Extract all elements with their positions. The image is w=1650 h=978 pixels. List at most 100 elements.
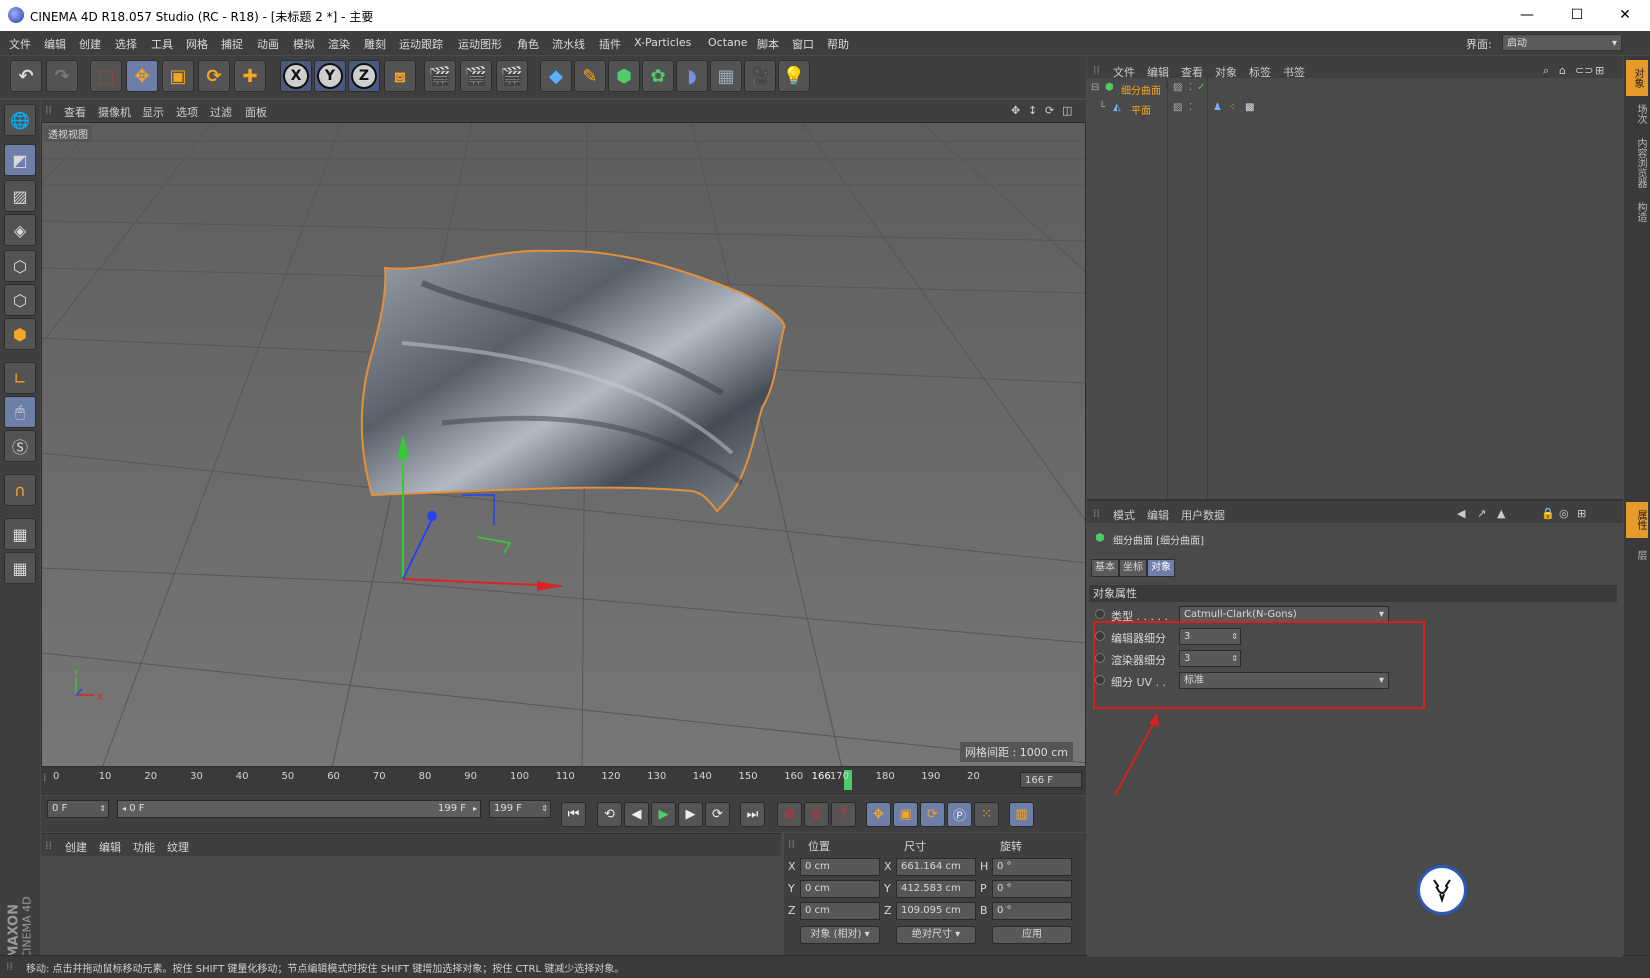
deformer-button[interactable]: ◗	[676, 60, 708, 92]
scale-tool-button[interactable]: ▣	[162, 60, 194, 92]
workplane-mode-button[interactable]: ◈	[4, 214, 36, 246]
collider-tag-icon[interactable]: ⁖	[1229, 102, 1235, 113]
side-tab-layers[interactable]: 层	[1626, 542, 1648, 568]
material-menu-create[interactable]: 创建	[65, 839, 87, 855]
camera-button[interactable]: 🎥	[744, 60, 776, 92]
light-button[interactable]: 💡	[778, 60, 810, 92]
viewport-move-icon[interactable]: ✥	[1011, 104, 1020, 117]
perspective-viewport[interactable]: Y X 透视视图 网格间距 : 1000 cm	[41, 122, 1086, 767]
object-menu-bookmarks[interactable]: 书签	[1283, 64, 1305, 80]
side-tab-objects[interactable]: 对象	[1626, 60, 1648, 96]
end-frame-field[interactable]: 199 F ⇕	[489, 800, 551, 818]
solo-button[interactable]: Ⓢ	[4, 430, 36, 462]
subdivision-button[interactable]: ⬢	[608, 60, 640, 92]
coordinate-system-button[interactable]: ⧈	[384, 60, 416, 92]
object-row-plane[interactable]: └ ◭ 平面 ▨ ⁚ ♟ ⁖ ▩	[1087, 102, 1623, 120]
axis-mode-button[interactable]: ∟	[4, 362, 36, 394]
timeline-button[interactable]: ▥	[1009, 802, 1034, 827]
apply-button[interactable]: 应用	[992, 926, 1072, 944]
object-manager[interactable]: ⁞⁞ 文件 编辑 查看 对象 标签 书签 ⌕ ⌂ ⊂⊃ ⊞ ⊟ ⬢ 细分曲面 ▨…	[1087, 56, 1623, 498]
object-row-subdivision[interactable]: ⊟ ⬢ 细分曲面 ▨ ⁚ ✓	[1087, 82, 1623, 100]
move-tool-button[interactable]: ✥	[126, 60, 158, 92]
animate-radio-icon[interactable]	[1095, 609, 1105, 619]
undo-button[interactable]: ↶	[10, 60, 42, 92]
polygons-mode-button[interactable]: ⬢	[4, 318, 36, 350]
timeline-ruler[interactable]: ⁞ 0 10 20 30 40 50 60 70 80 90 100 110 120 130 140 150 1…	[41, 767, 1086, 795]
link-icon[interactable]: ⊂⊃	[1575, 64, 1593, 77]
layer-icon[interactable]: ▨	[1173, 102, 1182, 113]
keyframe-selection-button[interactable]: ?	[831, 802, 856, 827]
rot-b-field[interactable]: 0 °	[992, 902, 1072, 920]
layout-select[interactable]: 启动 ▾	[1502, 34, 1622, 51]
menu-sculpt[interactable]: 雕刻	[364, 36, 386, 52]
material-menu-texture[interactable]: 纹理	[167, 839, 189, 855]
object-menu-view[interactable]: 查看	[1181, 64, 1203, 80]
material-manager[interactable]: ⁞⁞ 创建 编辑 功能 纹理	[41, 833, 781, 956]
menu-window[interactable]: 窗口	[792, 36, 814, 52]
next-frame-button[interactable]: ▶	[678, 802, 703, 827]
object-menu-edit[interactable]: 编辑	[1147, 64, 1169, 80]
forward-arrow-icon[interactable]: ↗	[1477, 507, 1486, 520]
menu-octane[interactable]: Octane	[708, 36, 748, 49]
lock-icon[interactable]: 🔒	[1541, 507, 1555, 520]
next-key-button[interactable]: ⟳	[705, 802, 730, 827]
pen-button[interactable]: ✎	[574, 60, 606, 92]
tab-basic[interactable]: 基本	[1091, 559, 1119, 577]
size-z-field[interactable]: 109.095 cm	[896, 902, 976, 920]
rot-h-field[interactable]: 0 °	[992, 858, 1072, 876]
maximize-button[interactable]: ☐	[1554, 0, 1600, 31]
pos-z-field[interactable]: 0 cm	[800, 902, 880, 920]
layer-icon[interactable]: ▨	[1173, 82, 1182, 93]
pos-x-field[interactable]: 0 cm	[800, 858, 880, 876]
size-mode-select[interactable]: 绝对尺寸 ▾	[896, 926, 976, 944]
previous-frame-button[interactable]: ◀	[624, 802, 649, 827]
key-position-button[interactable]: ✥	[866, 802, 891, 827]
menu-plugins[interactable]: 插件	[599, 36, 621, 52]
menu-render[interactable]: 渲染	[328, 36, 350, 52]
tweak-mode-button[interactable]: 🖱	[4, 396, 36, 428]
menu-file[interactable]: 文件	[9, 36, 31, 52]
viewport-menu-filter[interactable]: 过滤	[210, 104, 232, 120]
render-view-button[interactable]: 🎬	[424, 60, 456, 92]
menu-motion-tracking[interactable]: 运动跟踪	[399, 36, 443, 52]
points-mode-button[interactable]: ⬡	[4, 250, 36, 282]
size-y-field[interactable]: 412.583 cm	[896, 880, 976, 898]
make-editable-button[interactable]: 🌐	[4, 104, 36, 136]
enabled-check-icon[interactable]: ✓	[1197, 82, 1205, 93]
live-select-button[interactable]: ⬚	[90, 60, 122, 92]
side-tab-takes[interactable]: 场次	[1626, 98, 1648, 130]
object-menu-file[interactable]: 文件	[1113, 64, 1135, 80]
menu-help[interactable]: 帮助	[827, 36, 849, 52]
up-arrow-icon[interactable]: ▲	[1497, 507, 1505, 520]
object-menu-tags[interactable]: 标签	[1249, 64, 1271, 80]
viewport-menu-display[interactable]: 显示	[142, 104, 164, 120]
material-menu-edit[interactable]: 编辑	[99, 839, 121, 855]
menu-mograph[interactable]: 运动图形	[458, 36, 502, 52]
side-tab-attributes[interactable]: 属性	[1626, 502, 1648, 538]
menu-select[interactable]: 选择	[115, 36, 137, 52]
cloner-button[interactable]: ✿	[642, 60, 674, 92]
viewport-menu-options[interactable]: 选项	[176, 104, 198, 120]
viewport-zoom-icon[interactable]: ↕	[1028, 104, 1037, 117]
home-icon[interactable]: ⌂	[1559, 64, 1566, 77]
attr-menu-edit[interactable]: 编辑	[1147, 507, 1169, 523]
minimize-button[interactable]: —	[1504, 0, 1550, 31]
workplane-align-button[interactable]: ▦	[4, 552, 36, 584]
attr-menu-userdata[interactable]: 用户数据	[1181, 507, 1225, 523]
go-to-start-button[interactable]: ⏮	[561, 802, 586, 827]
key-parameter-button[interactable]: Ⓟ	[947, 802, 972, 827]
floor-button[interactable]: ▦	[710, 60, 742, 92]
object-menu-objects[interactable]: 对象	[1215, 64, 1237, 80]
record-active-button[interactable]: ⊘	[777, 802, 802, 827]
menu-mesh[interactable]: 网格	[186, 36, 208, 52]
material-menu-function[interactable]: 功能	[133, 839, 155, 855]
key-point-level-button[interactable]: ⁙	[974, 802, 999, 827]
model-mode-button[interactable]: ◩	[4, 144, 36, 176]
back-arrow-icon[interactable]: ◀	[1457, 507, 1465, 520]
axis-x-button[interactable]: X	[280, 60, 312, 92]
render-picture-viewer-button[interactable]: 🎬	[460, 60, 492, 92]
frame-range-slider[interactable]: ◂ 0 F 199 F ▸	[117, 800, 481, 818]
size-x-field[interactable]: 661.164 cm	[896, 858, 976, 876]
pos-y-field[interactable]: 0 cm	[800, 880, 880, 898]
menu-pipeline[interactable]: 流水线	[552, 36, 585, 52]
